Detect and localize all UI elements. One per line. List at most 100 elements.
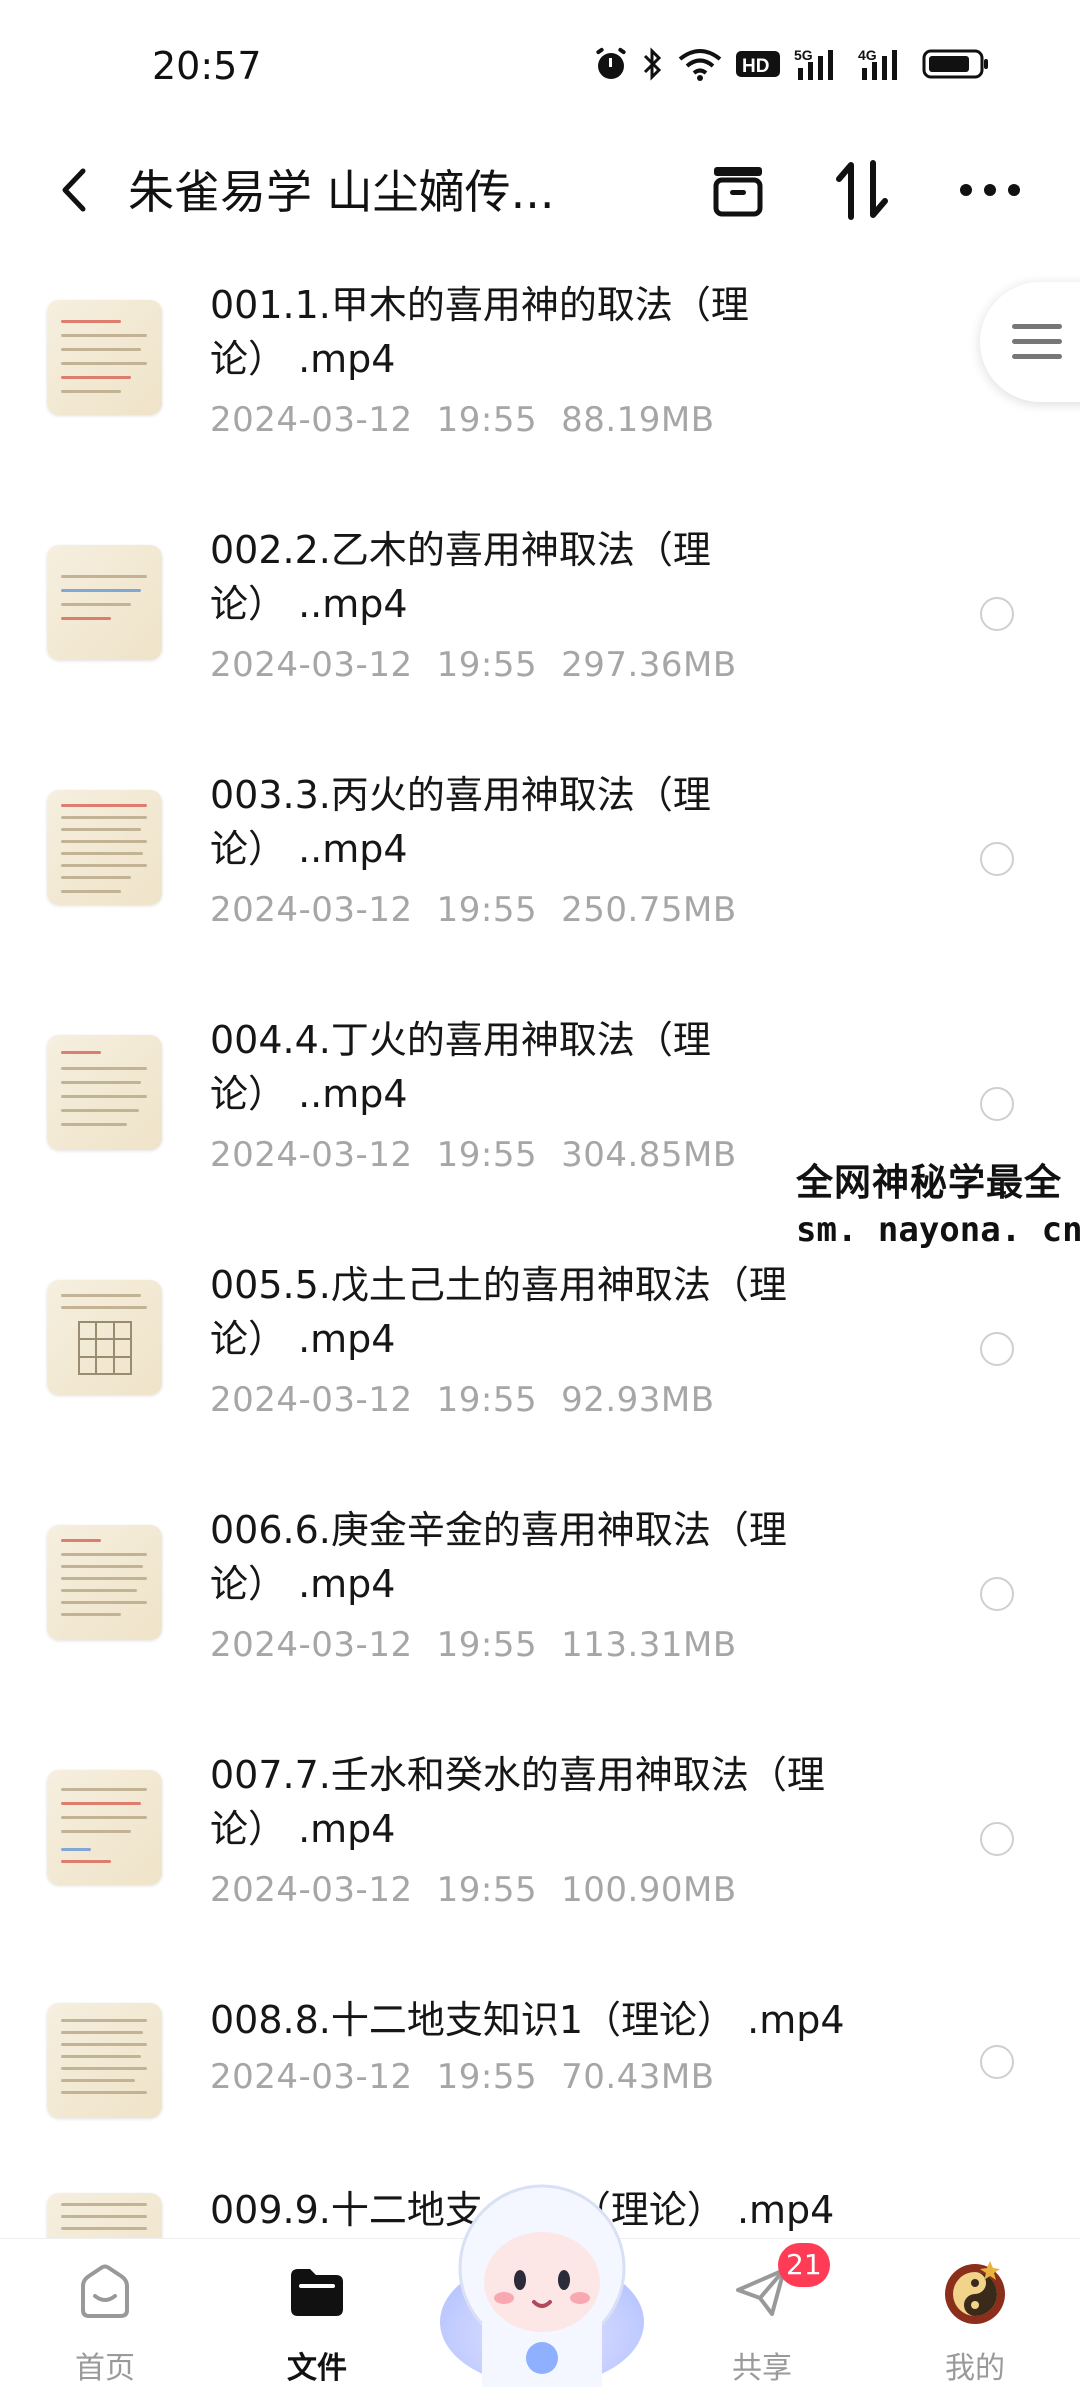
menu-icon [1012,324,1062,359]
folder-icon [282,2257,352,2327]
file-meta: 2024-03-12 19:55 113.31MB [210,1625,737,1665]
nav-files[interactable]: 文件 [237,2239,397,2400]
status-bar: 20:57 HD 5G 4G [0,0,1080,130]
file-thumbnail [47,2193,162,2240]
watermark-line1: 全网神秘学最全 [796,1161,1062,1204]
file-size: 92.93MB [561,1380,715,1420]
file-date: 2024-03-12 [210,890,413,930]
file-size: 100.90MB [561,1870,737,1910]
select-radio[interactable] [980,1822,1014,1856]
file-size: 88.19MB [561,400,715,440]
svg-text:5G: 5G [794,47,813,63]
home-icon [70,2257,140,2327]
select-radio[interactable] [980,2045,1014,2079]
sort-button[interactable] [822,150,902,230]
app-header: 朱雀易学 山尘嫡传... [0,130,1080,250]
file-time: 19:55 [436,645,538,685]
file-meta: 2024-03-12 19:55 70.43MB [210,2057,715,2097]
file-meta: 2024-03-12 19:55 250.75MB [210,890,737,930]
file-meta: 2024-03-12 19:55 100.90MB [210,1870,737,1910]
file-time: 19:55 [436,890,538,930]
file-meta: 2024-03-12 19:55 297.36MB [210,645,737,685]
file-thumbnail [47,1035,162,1150]
file-row[interactable]: 007.7.壬水和癸水的喜用神取法（理 论） .mp4 2024-03-12 19:… [0,1720,1080,1965]
signal-4g-icon: 4G [858,47,897,80]
file-row[interactable]: 008.8.十二地支知识1（理论） .mp4 2024-03-12 19:55 70… [0,1965,1080,2155]
nav-profile[interactable]: 我的 [895,2239,1055,2400]
folder-title: 朱雀易学 山尘嫡传... [128,165,555,219]
hd-icon: HD [736,51,780,77]
file-time: 19:55 [436,1135,538,1175]
archive-icon [713,167,763,217]
nav-label: 我的 [945,2351,1005,2386]
file-thumbnail [47,300,162,415]
nav-home[interactable]: 首页 [25,2239,185,2400]
file-meta: 2024-03-12 19:55 92.93MB [210,1380,715,1420]
bluetooth-icon [643,47,662,81]
file-date: 2024-03-12 [210,645,413,685]
file-name: 005.5.戊土己土的喜用神取法（理 论） .mp4 [210,1263,787,1361]
svg-text:HD: HD [742,56,769,77]
watermark: 全网神秘学最全 sm. nayona. cn [790,1148,1080,1254]
file-time: 19:55 [436,1380,538,1420]
back-button[interactable] [44,152,104,228]
file-date: 2024-03-12 [210,400,413,440]
alarm-icon [596,47,626,79]
battery-icon [922,49,988,79]
file-size: 304.85MB [561,1135,737,1175]
file-date: 2024-03-12 [210,2057,413,2097]
nav-label: 文件 [287,2351,347,2386]
file-name: 007.7.壬水和癸水的喜用神取法（理 论） .mp4 [210,1753,825,1851]
file-time: 19:55 [436,400,538,440]
astronaut-mascot-icon [440,2184,644,2387]
file-thumbnail [47,1525,162,1640]
status-icons: HD 5G 4G [594,46,990,82]
sort-icon [836,160,888,220]
file-date: 2024-03-12 [210,1625,413,1665]
file-thumbnail [47,2003,162,2118]
file-time: 19:55 [436,1625,538,1665]
back-icon [62,168,86,212]
more-button[interactable] [950,150,1030,230]
archive-button[interactable] [698,150,778,230]
file-meta: 2024-03-12 19:55 304.85MB [210,1135,737,1175]
file-name: 004.4.丁火的喜用神取法（理 论） ..mp4 [210,1018,711,1116]
file-thumbnail [47,1280,162,1395]
select-radio[interactable] [980,1087,1014,1121]
assistant-mascot-button[interactable] [432,2172,652,2392]
file-date: 2024-03-12 [210,1870,413,1910]
file-name: 008.8.十二地支知识1（理论） .mp4 [210,1998,845,2042]
signal-5g-icon: 5G [794,47,833,80]
file-name: 006.6.庚金辛金的喜用神取法（理 论） .mp4 [210,1508,787,1606]
file-date: 2024-03-12 [210,1135,413,1175]
profile-avatar-icon [940,2257,1010,2327]
nav-label: 首页 [75,2351,135,2386]
file-size: 250.75MB [561,890,737,930]
more-icon [960,184,1020,196]
file-size: 113.31MB [561,1625,737,1665]
file-row[interactable]: 003.3.丙火的喜用神取法（理 论） ..mp4 2024-03-12 19:55… [0,740,1080,985]
file-row[interactable]: 005.5.戊土己土的喜用神取法（理 论） .mp4 2024-03-12 19:5… [0,1230,1080,1475]
select-radio[interactable] [980,1332,1014,1366]
select-radio[interactable] [980,842,1014,876]
select-radio[interactable] [980,597,1014,631]
file-name: 002.2.乙木的喜用神取法（理 论） ..mp4 [210,528,711,626]
status-time: 20:57 [152,44,262,88]
watermark-line2: sm. nayona. cn [796,1210,1080,1250]
nav-label: 共享 [732,2351,792,2386]
svg-text:4G: 4G [858,47,877,63]
file-meta: 2024-03-12 19:55 88.19MB [210,400,715,440]
file-row[interactable]: 001.1.甲木的喜用神的取法（理 论） .mp4 2024-03-12 19:55… [0,250,1080,495]
wifi-icon [678,49,722,81]
nav-share[interactable]: 21 共享 [682,2239,842,2400]
select-radio[interactable] [980,1577,1014,1611]
file-thumbnail [47,1770,162,1885]
file-thumbnail [47,545,162,660]
file-size: 297.36MB [561,645,737,685]
file-row[interactable]: 006.6.庚金辛金的喜用神取法（理 论） .mp4 2024-03-12 19:5… [0,1475,1080,1720]
file-time: 19:55 [436,1870,538,1910]
file-thumbnail [47,790,162,905]
file-name: 001.1.甲木的喜用神的取法（理 论） .mp4 [210,283,749,381]
file-row[interactable]: 002.2.乙木的喜用神取法（理 论） ..mp4 2024-03-12 19:55… [0,495,1080,740]
file-name: 003.3.丙火的喜用神取法（理 论） ..mp4 [210,773,711,871]
